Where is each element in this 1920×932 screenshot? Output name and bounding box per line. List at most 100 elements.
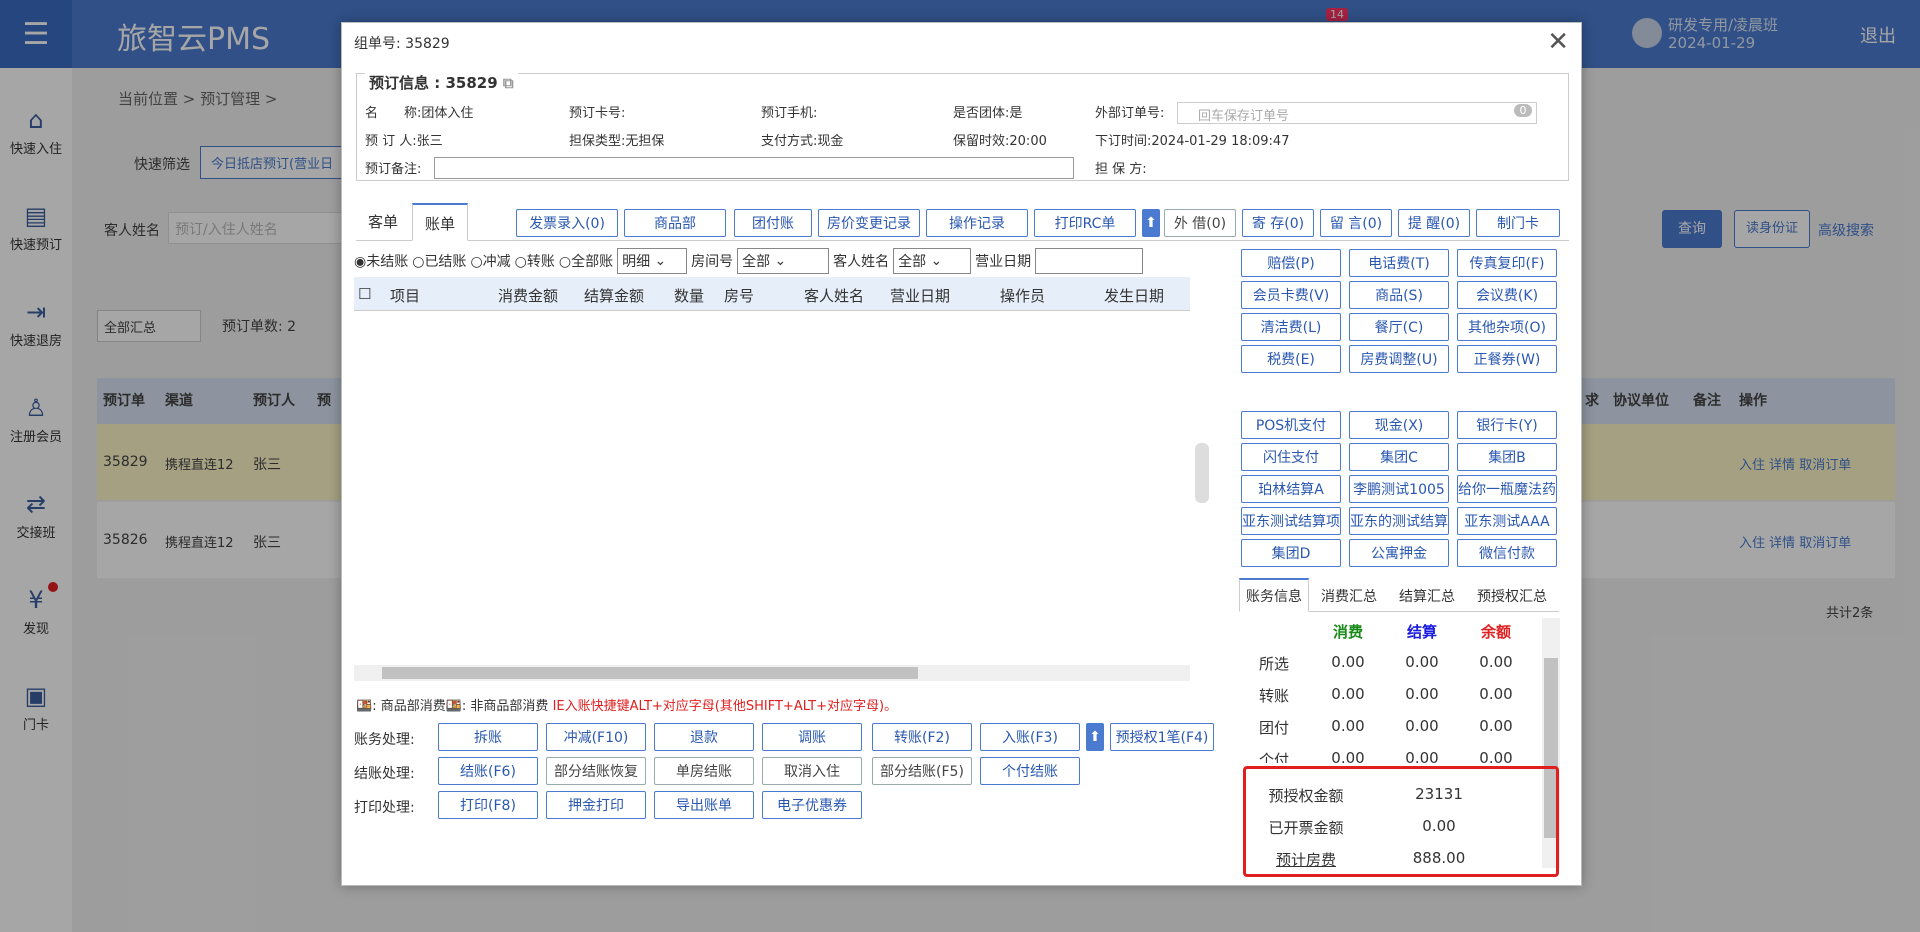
pay-button[interactable]: 李鹏测试1005 [1349,475,1449,503]
legend: 🍱: 商品部消费🍱: 非商品部消费 IE入账快捷键ALT+对应字母(其他SHIF… [356,699,898,714]
fee-button[interactable]: 清洁费(L) [1241,313,1341,341]
fee-button[interactable]: 传真复印(F) [1457,249,1557,277]
fee-button[interactable]: 房费调整(U) [1349,345,1449,373]
room-fee-link[interactable]: 预计房费 [1246,849,1366,870]
goods-dept-button[interactable]: 商品部 [624,209,726,237]
preauth-amount: 23131 [1415,785,1463,803]
close-icon[interactable]: ✕ [1547,27,1569,57]
acc-row-selected: 所选 0.00 0.00 0.00 [1258,653,1513,673]
invoice-button[interactable]: 发票录入(0) [516,209,618,237]
preauth-button[interactable]: 预授权1笔(F4) [1110,723,1214,751]
remark-input[interactable] [434,157,1074,179]
pay-button[interactable]: 银行卡(Y) [1457,411,1557,439]
copy-icon[interactable]: ⧉ [503,74,514,92]
pay-button[interactable]: 亚东的测试结算 [1349,507,1449,535]
modal-tabs: 客单 账单 发票录入(0) 商品部 团付账 房价变更记录 操作记录 打印RC单 … [356,203,1569,241]
room-fee-row: 预计房费 888.00 [1246,841,1546,873]
checkout-row: 结账处理: [354,766,415,782]
print-button[interactable]: 打印(F8) [438,791,538,819]
pay-button[interactable]: 公寓押金 [1349,539,1449,567]
settle-button[interactable]: 结账(F6) [438,757,538,785]
horizontal-scrollbar[interactable] [354,665,1190,681]
fee-button[interactable]: 赔偿(P) [1241,249,1341,277]
radio-unsettled[interactable]: ◉未结账 [354,251,408,271]
print-row: 打印处理: [354,800,415,816]
pay-button[interactable]: 亚东测试结算项 [1241,507,1341,535]
refund-button[interactable]: 退款 [654,723,754,751]
post-button[interactable]: 入账(F3) [980,723,1080,751]
cancel-checkin-button[interactable]: 取消入住 [762,757,862,785]
radio-all[interactable]: ○全部账 [559,251,613,271]
external-order-input[interactable]: 回车保存订单号 [1177,102,1537,124]
fee-button[interactable]: 电话费(T) [1349,249,1449,277]
non-goods-icon: 🍱 [445,699,462,714]
detail-select[interactable]: 明细 ⌄ [617,248,688,274]
export-button[interactable]: 导出账单 [654,791,754,819]
fee-button[interactable]: 税费(E) [1241,345,1341,373]
fee-button[interactable]: 会议费(K) [1457,281,1557,309]
pay-button[interactable]: 闪住支付 [1241,443,1341,471]
lend-button[interactable]: 外 借(0) [1164,209,1236,237]
pay-button[interactable]: 现金(X) [1349,411,1449,439]
fee-button[interactable]: 其他杂项(O) [1457,313,1557,341]
pay-button[interactable]: 给你一瓶魔法药 [1457,475,1557,503]
select-all-checkbox[interactable]: ☐ [358,285,371,303]
pay-button[interactable]: 集团B [1457,443,1557,471]
pay-button[interactable]: 亚东测试AAA [1457,507,1557,535]
upload-icon[interactable]: ⬆ [1142,209,1160,237]
fee-button[interactable]: 商品(S) [1349,281,1449,309]
order-info-header: 预订信息 : 35829 ⧉ [365,72,518,93]
fee-button[interactable]: 正餐券(W) [1457,345,1557,373]
split-button[interactable]: 拆账 [438,723,538,751]
message-button[interactable]: 留 言(0) [1320,209,1392,237]
deposit-print-button[interactable]: 押金打印 [546,791,646,819]
remind-button[interactable]: 提 醒(0) [1398,209,1470,237]
bill-filter: ◉未结账 ○已结账 ○冲减 ○转账 ○全部账 明细 ⌄ 房间号 全部 ⌄ 客人姓… [354,247,1144,275]
op-log-button[interactable]: 操作记录 [926,209,1028,237]
partial-settle-button[interactable]: 部分结账(F5) [872,757,972,785]
guest-label: 客人姓名 [833,254,890,270]
ext-count-badge: 0 [1514,104,1532,117]
collapse-handle[interactable] [1195,443,1209,503]
tab-account-info[interactable]: 账务信息 [1239,578,1309,612]
account-tabs: 账务信息 消费汇总 结算汇总 预授权汇总 [1239,578,1559,612]
radio-offset[interactable]: ○冲减 [470,251,510,271]
restore-button[interactable]: 部分结账恢复 [546,757,646,785]
rate-change-button[interactable]: 房价变更记录 [818,209,920,237]
preauth-amount-row: 预授权金额 23131 [1246,777,1546,809]
order-modal: 组单号: 35829 ✕ 预订信息 : 35829 ⧉ 名 称:团体入住 预订卡… [341,22,1582,886]
room-fee: 888.00 [1412,849,1466,867]
bizdate-input[interactable] [1035,248,1144,274]
tab-preauth-summary[interactable]: 预授权汇总 [1477,586,1547,606]
pay-button[interactable]: POS机支付 [1241,411,1341,439]
group-pay-button[interactable]: 团付账 [734,209,812,237]
invoiced-amount: 0.00 [1422,817,1456,835]
tab-bill[interactable]: 账单 [412,203,469,241]
tab-consume-summary[interactable]: 消费汇总 [1321,586,1377,606]
room-select[interactable]: 全部 ⌄ [737,248,830,274]
radio-settled[interactable]: ○已结账 [412,251,466,271]
upload-icon[interactable]: ⬆ [1086,723,1104,751]
group-name: 团体入住 [421,106,474,121]
tab-guest[interactable]: 客单 [356,203,410,241]
personal-settle-button[interactable]: 个付结账 [980,757,1080,785]
make-card-button[interactable]: 制门卡 [1476,209,1560,237]
pay-button[interactable]: 微信付款 [1457,539,1557,567]
tab-settle-summary[interactable]: 结算汇总 [1399,586,1455,606]
fee-button[interactable]: 会员卡费(V) [1241,281,1341,309]
offset-button[interactable]: 冲减(F10) [546,723,646,751]
acc-row-transfer: 转账 0.00 0.00 0.00 [1258,685,1513,705]
bill-grid-header: ☐ 项目 消费金额 结算金额 数量 房号 客人姓名 营业日期 操作员 发生日期 [354,277,1190,311]
guest-select[interactable]: 全部 ⌄ [893,248,972,274]
radio-transfer[interactable]: ○转账 [515,251,555,271]
print-rc-button[interactable]: 打印RC单 [1034,209,1136,237]
pay-button[interactable]: 集团C [1349,443,1449,471]
single-room-button[interactable]: 单房结账 [654,757,754,785]
adjust-button[interactable]: 调账 [762,723,862,751]
deposit-button[interactable]: 寄 存(0) [1242,209,1314,237]
pay-button[interactable]: 集团D [1241,539,1341,567]
fee-button[interactable]: 餐厅(C) [1349,313,1449,341]
pay-button[interactable]: 珀林结算A [1241,475,1341,503]
transfer-button[interactable]: 转账(F2) [872,723,972,751]
ecoupon-button[interactable]: 电子优惠券 [762,791,862,819]
